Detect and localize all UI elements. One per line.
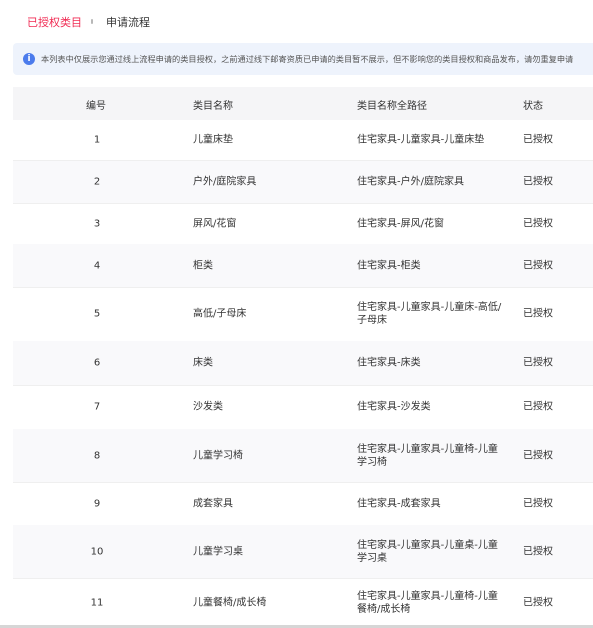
cell-status: 已授权 [523, 134, 553, 146]
cell-category-path: 住宅家具-儿童家具-儿童床垫 [357, 134, 485, 146]
cell-status: 已授权 [523, 450, 553, 461]
notice-banner: i 本列表中仅展示您通过线上流程申请的类目授权，之前通过线下邮寄资质已申请的类目… [13, 43, 593, 75]
table-row: 10 儿童学习桌 住宅家具-儿童家具-儿童桌-儿童学习桌 已授权 [13, 525, 593, 579]
cell-category-path: 住宅家具-屏风/花窗 [357, 218, 444, 229]
info-icon: i [23, 53, 35, 65]
cell-status: 已授权 [523, 308, 553, 320]
cell-status: 已授权 [523, 597, 553, 609]
cell-category-name: 屏风/花窗 [193, 218, 237, 229]
cell-status: 已授权 [523, 357, 553, 369]
cell-status: 已授权 [523, 260, 553, 271]
table-row: 2 户外/庭院家具 住宅家具-户外/庭院家具 已授权 [13, 161, 593, 204]
cell-status: 已授权 [523, 546, 553, 557]
header-category-name: 类目名称 [193, 101, 233, 112]
cell-category-path: 住宅家具-儿童家具-儿童椅-儿童学习椅 [357, 443, 498, 468]
cell-category-name: 儿童学习桌 [193, 546, 243, 557]
cell-category-path: 住宅家具-柜类 [357, 260, 421, 271]
cell-category-path: 住宅家具-床类 [357, 357, 421, 369]
cell-status: 已授权 [523, 176, 553, 188]
header-status: 状态 [523, 101, 543, 112]
cell-category-name: 儿童餐椅/成长椅 [193, 597, 267, 609]
header-category-path: 类目名称全路径 [357, 101, 427, 112]
cell-category-name: 床类 [193, 357, 213, 369]
table-row: 4 柜类 住宅家具-柜类 已授权 [13, 244, 593, 288]
cell-number: 5 [93, 308, 101, 320]
cell-category-name: 沙发类 [193, 401, 223, 413]
cell-number: 11 [90, 597, 104, 609]
cell-category-path: 住宅家具-沙发类 [357, 401, 431, 413]
cell-category-path: 住宅家具-儿童家具-儿童桌-儿童学习桌 [357, 539, 498, 564]
cell-number: 6 [93, 357, 101, 369]
tab-authorized-categories[interactable]: 已授权类目 [27, 14, 82, 30]
cell-category-path: 住宅家具-户外/庭院家具 [357, 176, 464, 188]
cell-category-path: 住宅家具-儿童家具-儿童床-高低/子母床 [357, 302, 502, 326]
table-header: 编号 类目名称 类目名称全路径 状态 [13, 87, 593, 120]
cell-category-name: 柜类 [193, 260, 213, 271]
cell-category-name: 儿童学习椅 [193, 450, 243, 461]
table-row: 7 沙发类 住宅家具-沙发类 已授权 [13, 385, 593, 430]
cell-category-name: 成套家具 [193, 498, 233, 509]
tab-application-process[interactable]: 申请流程 [106, 14, 150, 30]
table-row: 11 儿童餐椅/成长椅 住宅家具-儿童家具-儿童椅-儿童餐椅/成长椅 已授权 [13, 578, 593, 628]
table-row: 6 床类 住宅家具-床类 已授权 [13, 341, 593, 386]
cell-number: 10 [90, 546, 104, 557]
table-row: 1 儿童床垫 住宅家具-儿童家具-儿童床垫 已授权 [13, 120, 593, 161]
cell-category-path: 住宅家具-儿童家具-儿童椅-儿童餐椅/成长椅 [357, 591, 498, 615]
page: 已授权类目 申请流程 i 本列表中仅展示您通过线上流程申请的类目授权，之前通过线… [0, 0, 593, 628]
cell-category-path: 住宅家具-成套家具 [357, 498, 441, 509]
cell-number: 4 [93, 260, 101, 271]
table-row: 9 成套家具 住宅家具-成套家具 已授权 [13, 482, 593, 526]
cell-status: 已授权 [523, 218, 553, 229]
table-row: 8 儿童学习椅 住宅家具-儿童家具-儿童椅-儿童学习椅 已授权 [13, 429, 593, 483]
cell-number: 1 [93, 134, 101, 146]
tab-separator [91, 19, 93, 24]
cell-category-name: 高低/子母床 [193, 308, 247, 320]
cell-number: 3 [93, 218, 101, 229]
cell-category-name: 儿童床垫 [193, 134, 233, 146]
table-row: 3 屏风/花窗 住宅家具-屏风/花窗 已授权 [13, 203, 593, 245]
cell-number: 2 [93, 176, 101, 188]
cell-number: 7 [93, 401, 101, 413]
cell-status: 已授权 [523, 401, 553, 413]
cell-number: 8 [93, 450, 101, 461]
header-number: 编号 [86, 101, 106, 112]
table-row: 5 高低/子母床 住宅家具-儿童家具-儿童床-高低/子母床 已授权 [13, 287, 593, 342]
cell-category-name: 户外/庭院家具 [193, 176, 257, 188]
tab-bar: 已授权类目 申请流程 [0, 0, 593, 40]
cell-number: 9 [93, 498, 101, 509]
cell-status: 已授权 [523, 498, 553, 509]
notice-text: 本列表中仅展示您通过线上流程申请的类目授权，之前通过线下邮寄资质已申请的类目暂不… [41, 54, 574, 64]
